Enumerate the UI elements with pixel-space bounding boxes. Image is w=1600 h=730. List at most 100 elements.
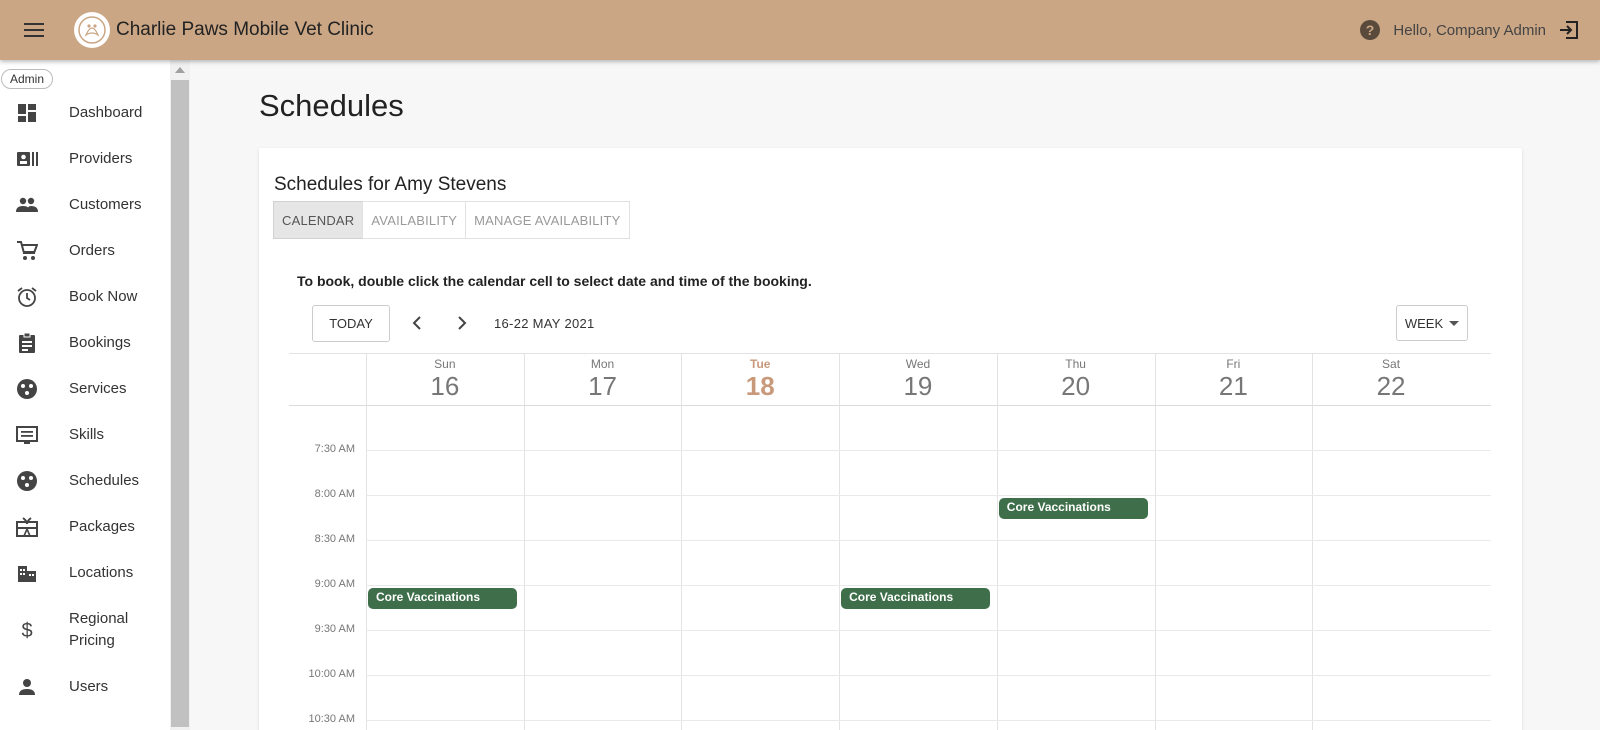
tab-availability[interactable]: AVAILABILITY bbox=[362, 201, 467, 239]
time-label: 7:30 AM bbox=[314, 443, 355, 455]
day-name: Fri bbox=[1226, 357, 1241, 371]
sidebar-item-dashboard[interactable]: Dashboard bbox=[0, 90, 170, 136]
time-slot-line bbox=[366, 720, 1491, 721]
day-column-divider bbox=[523, 353, 525, 730]
sidebar-item-locations[interactable]: Locations bbox=[0, 550, 170, 596]
sidebar-item-label: Orders bbox=[69, 242, 115, 259]
next-week-chevron-right-icon[interactable] bbox=[450, 311, 474, 335]
time-label: 10:00 AM bbox=[308, 668, 355, 680]
time-label: 8:00 AM bbox=[314, 488, 355, 500]
sidebar-item-label: Customers bbox=[69, 196, 142, 213]
day-number: 18 bbox=[745, 371, 775, 401]
sidebar-item-label: Regional Pricing bbox=[69, 610, 129, 649]
scroll-up-arrow-icon[interactable] bbox=[175, 67, 185, 73]
sidebar-item-services[interactable]: Services bbox=[0, 366, 170, 412]
sidebar-item-orders[interactable]: Orders bbox=[0, 228, 170, 274]
dashboard-icon bbox=[16, 102, 38, 124]
time-label: 9:30 AM bbox=[314, 623, 355, 635]
sidebar-item-schedules[interactable]: Schedules bbox=[0, 458, 170, 504]
booking-hint: To book, double click the calendar cell … bbox=[297, 273, 812, 289]
schedule-tabs: CALENDAR AVAILABILITY MANAGE AVAILABILIT… bbox=[273, 201, 630, 239]
day-column-divider bbox=[366, 353, 367, 730]
sidebar-item-bookings[interactable]: Bookings bbox=[0, 320, 170, 366]
svg-text:?: ? bbox=[1366, 22, 1375, 38]
day-header-tue[interactable]: Tue 18 bbox=[681, 353, 839, 405]
day-name: Mon bbox=[590, 357, 615, 371]
day-column-divider bbox=[1312, 353, 1314, 730]
calendar-event[interactable]: Core Vaccinations bbox=[368, 588, 517, 609]
person-icon bbox=[16, 676, 38, 698]
app-header: Charlie Paws Mobile Vet Clinic ? Hello, … bbox=[0, 0, 1600, 60]
clinic-logo[interactable] bbox=[74, 12, 110, 48]
tab-manage-availability[interactable]: MANAGE AVAILABILITY bbox=[465, 201, 630, 239]
sidebar-item-customers[interactable]: Customers bbox=[0, 182, 170, 228]
page-title: Schedules bbox=[259, 88, 404, 123]
circle-dots-icon bbox=[16, 378, 38, 400]
day-number: 16 bbox=[430, 371, 460, 401]
sidebar-item-label: Dashboard bbox=[69, 104, 143, 121]
sidebar-item-users[interactable]: Users bbox=[0, 664, 170, 710]
caret-down-icon bbox=[1449, 320, 1460, 326]
week-calendar: Sun 16 Mon 17 Tue 18 Wed 19 Thu 20 Fri 21 Sat 22 7:30 … bbox=[289, 353, 1491, 730]
menu-icon[interactable] bbox=[19, 15, 49, 45]
day-number: 17 bbox=[588, 371, 617, 401]
date-range-label: 16-22 MAY 2021 bbox=[494, 316, 595, 331]
alarm-clock-icon bbox=[16, 286, 38, 308]
sidebar-item-skills[interactable]: Skills bbox=[0, 412, 170, 458]
list-screen-icon bbox=[16, 424, 38, 446]
sidebar-item-regional-pricing[interactable]: $ Regional Pricing bbox=[0, 596, 170, 664]
day-header-wed[interactable]: Wed 19 bbox=[839, 353, 997, 405]
day-header-thu[interactable]: Thu 20 bbox=[997, 353, 1155, 405]
today-button[interactable]: TODAY bbox=[312, 305, 390, 342]
day-column-divider bbox=[1154, 353, 1156, 730]
tab-calendar[interactable]: CALENDAR bbox=[273, 201, 364, 239]
logout-icon[interactable] bbox=[1558, 19, 1580, 41]
people-icon bbox=[16, 194, 38, 216]
sidebar-item-label: Packages bbox=[69, 518, 135, 535]
time-slot-line bbox=[366, 630, 1491, 631]
sidebar-item-providers[interactable]: Providers bbox=[0, 136, 170, 182]
time-slot-line bbox=[366, 675, 1491, 676]
svg-text:$: $ bbox=[21, 620, 32, 641]
time-slot-line bbox=[366, 585, 1491, 586]
day-number: 20 bbox=[1061, 371, 1091, 401]
sidebar-item-label: Book Now bbox=[69, 288, 138, 305]
day-header-mon[interactable]: Mon 17 bbox=[524, 353, 682, 405]
day-name: Wed bbox=[905, 357, 931, 371]
prev-week-chevron-left-icon[interactable] bbox=[405, 311, 429, 335]
sidebar: Admin Dashboard Providers Customers Orde… bbox=[0, 60, 190, 730]
sidebar-scrollbar-thumb[interactable] bbox=[171, 80, 189, 727]
contact-card-icon bbox=[16, 148, 38, 170]
day-header-sat[interactable]: Sat 22 bbox=[1312, 353, 1470, 405]
day-column-divider bbox=[996, 353, 998, 730]
cart-icon bbox=[16, 240, 38, 262]
role-badge: Admin bbox=[1, 69, 54, 89]
sidebar-item-label: Locations bbox=[69, 564, 134, 581]
time-label: 9:00 AM bbox=[314, 578, 355, 590]
day-name: Sat bbox=[1382, 357, 1401, 371]
time-slot-line bbox=[366, 450, 1491, 451]
day-name: Thu bbox=[1065, 357, 1086, 371]
card-title: Schedules for Amy Stevens bbox=[274, 174, 507, 195]
gift-card-icon bbox=[16, 516, 38, 538]
sidebar-item-label: Providers bbox=[69, 150, 133, 167]
sidebar-item-packages[interactable]: Packages bbox=[0, 504, 170, 550]
schedules-card: Schedules for Amy Stevens CALENDAR AVAIL… bbox=[259, 148, 1522, 730]
time-slot-line bbox=[366, 540, 1491, 541]
sidebar-item-book-now[interactable]: Book Now bbox=[0, 274, 170, 320]
day-header-fri[interactable]: Fri 21 bbox=[1155, 353, 1313, 405]
day-header-sun[interactable]: Sun 16 bbox=[366, 353, 524, 405]
circle-dots-icon bbox=[16, 470, 38, 492]
time-label: 10:30 AM bbox=[308, 713, 355, 725]
time-slot-line bbox=[366, 495, 1491, 496]
help-icon[interactable]: ? bbox=[1359, 19, 1381, 41]
calendar-event[interactable]: Core Vaccinations bbox=[998, 498, 1148, 519]
calendar-event[interactable]: Core Vaccinations bbox=[841, 588, 991, 609]
sidebar-item-label: Skills bbox=[69, 426, 105, 443]
sidebar-item-label: Bookings bbox=[69, 334, 131, 351]
buildings-icon bbox=[16, 562, 38, 584]
day-name: Tue bbox=[750, 357, 771, 371]
day-column-divider bbox=[681, 353, 683, 730]
clipboard-icon bbox=[16, 332, 38, 354]
view-select[interactable]: WEEK bbox=[1396, 305, 1468, 341]
